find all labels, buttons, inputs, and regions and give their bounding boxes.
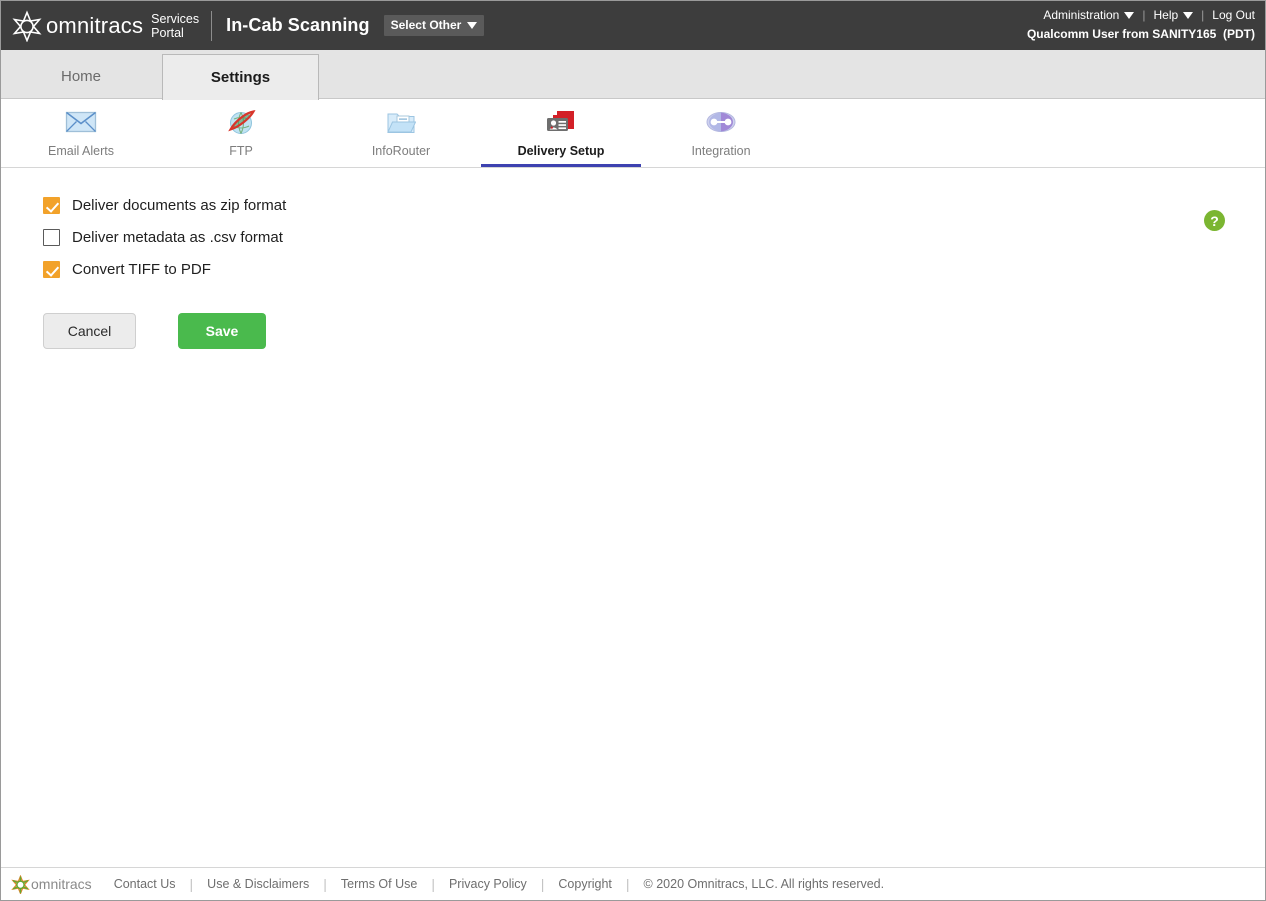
footer-link-terms-of-use[interactable]: Terms Of Use [327,877,431,891]
connected-nodes-icon [704,106,738,138]
subnav-item-email-alerts[interactable]: Email Alerts [1,100,161,167]
option-row-zip-format[interactable]: Deliver documents as zip format [43,189,286,221]
folder-documents-icon [384,106,418,138]
header-link-separator: | [1142,8,1146,22]
help-label: Help [1153,8,1179,22]
header-account-area: Administration | Help | Log Out Qualcomm… [1027,7,1255,42]
footer-copyright-text: © 2020 Omnitracs, LLC. All rights reserv… [643,877,885,891]
option-label: Deliver documents as zip format [72,196,287,214]
main-tab-strip: Home Settings [1,50,1265,100]
subnav-item-integration[interactable]: Integration [641,100,801,167]
administration-label: Administration [1043,8,1120,22]
subnav-label: InfoRouter [371,144,431,158]
footer-wordmark: omnitracs [31,876,92,892]
omnitracs-footer-star-icon [11,874,30,894]
top-header-bar: omnitracs Services Portal In-Cab Scannin… [1,1,1265,50]
footer-link-contact-us[interactable]: Contact Us [114,877,190,891]
chevron-down-icon [1124,11,1135,19]
cancel-button[interactable]: Cancel [43,313,136,349]
footer-link-use-disclaimers[interactable]: Use & Disclaimers [193,877,323,891]
id-card-folder-icon [544,106,578,138]
brand-wordmark: omnitracs [46,12,144,38]
subnav-label: Delivery Setup [517,144,605,158]
chevron-down-icon [467,21,478,29]
checkbox-tiff-to-pdf[interactable] [43,260,60,278]
tab-settings[interactable]: Settings [162,54,319,100]
header-links-row: Administration | Help | Log Out [1027,7,1255,23]
help-menu[interactable]: Help [1153,7,1194,23]
header-link-separator: | [1201,8,1205,22]
footer-link-copyright[interactable]: Copyright [544,877,626,891]
save-button[interactable]: Save [178,313,266,349]
footer-link-privacy-policy[interactable]: Privacy Policy [435,877,541,891]
subnav-item-ftp[interactable]: FTP [161,100,321,167]
logout-link[interactable]: Log Out [1212,7,1255,23]
select-other-dropdown[interactable]: Select Other [383,15,485,36]
option-label: Deliver metadata as .csv format [72,228,283,246]
app-title: In-Cab Scanning [226,15,370,35]
administration-menu[interactable]: Administration [1043,7,1135,23]
omnitracs-star-logo-icon [11,9,43,42]
checkbox-csv-metadata[interactable] [43,228,60,246]
option-label: Convert TIFF to PDF [72,260,211,278]
page-footer: omnitracs Contact Us | Use & Disclaimers… [1,867,1265,900]
subnav-item-delivery-setup[interactable]: Delivery Setup [481,100,641,167]
delivery-setup-panel: Deliver documents as zip format Deliver … [1,169,1265,867]
delivery-options-list: Deliver documents as zip format Deliver … [43,189,286,285]
subnav-label: Integration [691,144,751,158]
current-user-label: Qualcomm User from SANITY165 (PDT) [1026,27,1255,41]
option-row-tiff-to-pdf[interactable]: Convert TIFF to PDF [43,253,286,285]
chevron-down-icon [1183,11,1194,19]
form-actions: Cancel Save [43,313,266,349]
email-envelope-icon [64,106,98,138]
settings-subnav: Email Alerts FTP InfoRouter Delivery Set… [1,100,1265,168]
tab-home[interactable]: Home [1,54,161,99]
subnav-item-inforouter[interactable]: InfoRouter [321,100,481,167]
app-window: omnitracs Services Portal In-Cab Scannin… [0,0,1266,901]
active-tab-underline [481,164,641,167]
globe-ftp-icon [224,106,258,138]
brand-subtitle: Services Portal [151,11,200,40]
checkbox-zip-format[interactable] [43,196,60,214]
subnav-label: FTP [229,144,253,158]
help-icon[interactable]: ? [1204,210,1225,231]
brand-group[interactable]: omnitracs Services Portal [1,9,200,42]
subnav-label: Email Alerts [48,144,114,158]
option-row-csv-metadata[interactable]: Deliver metadata as .csv format [43,221,286,253]
select-other-label: Select Other [390,18,462,32]
header-divider [211,10,213,41]
